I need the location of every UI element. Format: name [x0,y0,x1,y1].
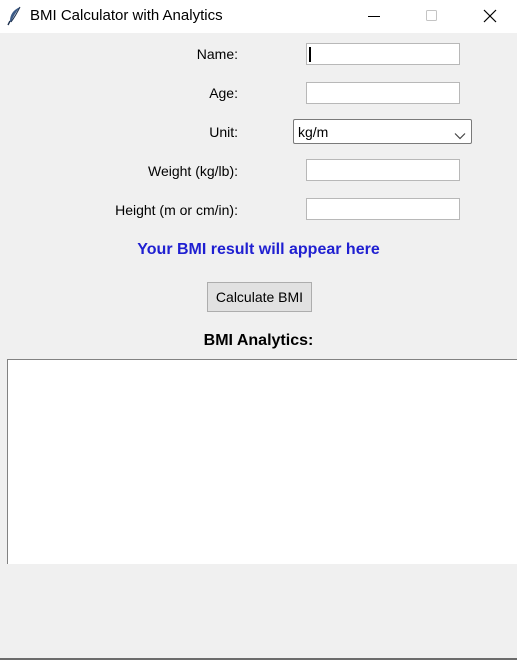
feather-icon [7,6,23,26]
close-icon [467,0,513,33]
unit-selected-value: kg/m [298,124,329,140]
height-input[interactable] [306,198,460,220]
text-cursor [309,47,311,62]
unit-select[interactable]: kg/m [293,119,472,144]
bmi-result-text: Your BMI result will appear here [137,241,380,258]
minimize-button[interactable] [351,0,397,33]
window-title: BMI Calculator with Analytics [30,7,223,24]
name-input[interactable] [306,43,460,65]
maximize-button[interactable] [408,0,454,33]
weight-label: Weight (kg/lb): [148,163,238,179]
analytics-heading: BMI Analytics: [203,332,314,349]
age-input[interactable] [306,82,460,104]
weight-input[interactable] [306,159,460,181]
title-bar[interactable]: BMI Calculator with Analytics [0,0,517,33]
age-label: Age: [209,85,238,101]
minimize-icon [351,0,397,33]
calculate-bmi-button[interactable]: Calculate BMI [207,282,312,312]
name-label: Name: [196,46,238,62]
maximize-icon [408,0,454,33]
unit-label: Unit: [209,124,238,140]
chevron-down-icon[interactable] [454,127,466,140]
analytics-text-area[interactable] [7,359,517,564]
app-window: BMI Calculator with Analytics Name: Age:… [0,0,517,660]
close-button[interactable] [467,0,513,33]
height-label: Height (m or cm/in): [115,202,238,218]
